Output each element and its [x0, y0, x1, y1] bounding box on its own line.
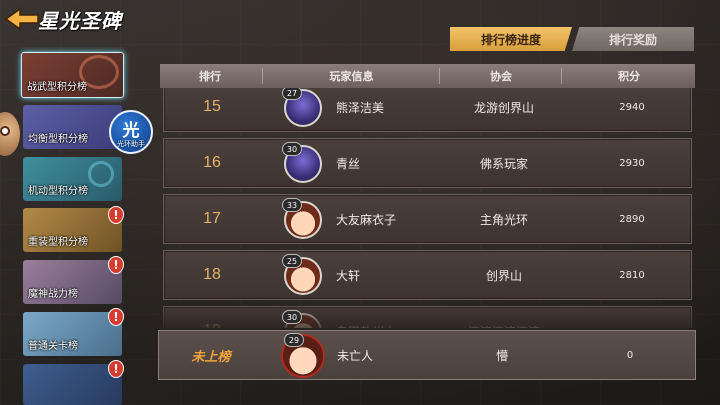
- tab-ranking-rewards[interactable]: 排行奖励: [572, 27, 694, 51]
- my-rank-row: 未上榜 29 未亡人 懵 0: [158, 330, 696, 380]
- category-combat-rank[interactable]: 战武型积分榜: [21, 52, 124, 98]
- title-bar: 星光圣碑: [0, 2, 130, 36]
- player-score: 2810: [619, 269, 645, 281]
- my-player-name: 未亡人: [337, 348, 374, 363]
- category-sidebar: 战武型积分榜 均衡型积分榜 机动型积分榜 重装型积分榜 魔神战力榜 普通关卡榜 …: [0, 48, 140, 405]
- category-label: 重装型积分榜: [28, 237, 88, 248]
- my-score: 0: [626, 349, 634, 361]
- table-row[interactable]: 17 33 大友麻衣子 主角光环 2890: [163, 194, 692, 244]
- guild-name: 滚滚滚滚滚滚: [444, 307, 564, 329]
- player-name: 青丝: [336, 156, 361, 171]
- header-divider: [561, 68, 562, 84]
- category-balanced-rank[interactable]: 均衡型积分榜: [23, 105, 122, 149]
- category-more[interactable]: [23, 364, 122, 405]
- category-label: 机动型积分榜: [28, 186, 88, 197]
- table-row[interactable]: 19 30 乌田敦州大 滚滚滚滚滚滚: [163, 306, 692, 328]
- player-name: 乌田敦州大: [336, 307, 396, 329]
- ranking-list[interactable]: 15 27 熊泽洁美 龙游创界山 2940 16 30 青丝 佛系玩家 2930…: [160, 88, 695, 328]
- helper-label: 光环助手: [117, 140, 145, 148]
- table-header: 排行 玩家信息 协会 积分: [160, 64, 695, 88]
- column-header-score: 积分: [618, 70, 640, 83]
- row-rank: 15: [203, 98, 221, 115]
- player-score: 2940: [619, 101, 645, 113]
- category-normal-stage-rank[interactable]: 普通关卡榜: [23, 312, 122, 356]
- player-name: 大友麻衣子: [336, 212, 397, 227]
- guild-name: 佛系玩家: [479, 156, 528, 171]
- level-badge: 29: [284, 333, 304, 347]
- player-name: 大轩: [336, 268, 361, 283]
- category-demon-power-rank[interactable]: 魔神战力榜: [23, 260, 122, 304]
- row-rank: 17: [203, 210, 221, 227]
- category-label: 战武型积分榜: [27, 82, 87, 93]
- category-label: 均衡型积分榜: [28, 134, 88, 145]
- table-row[interactable]: 15 27 熊泽洁美 龙游创界山 2940: [163, 88, 692, 132]
- column-header-player: 玩家信息: [329, 70, 374, 83]
- tab-ranking-progress[interactable]: 排行榜进度: [450, 27, 572, 51]
- header-divider: [439, 68, 440, 84]
- guild-name: 主角光环: [479, 212, 528, 227]
- level-badge: 30: [282, 310, 302, 324]
- row-rank: 16: [203, 154, 221, 171]
- halo-helper-button[interactable]: 光 光环助手: [109, 110, 153, 154]
- helper-glyph: 光: [122, 121, 140, 141]
- back-arrow-icon[interactable]: [4, 6, 40, 32]
- level-badge: 25: [282, 254, 302, 268]
- table-row[interactable]: 16 30 青丝 佛系玩家 2930: [163, 138, 692, 188]
- category-mobile-rank[interactable]: 机动型积分榜: [23, 157, 122, 201]
- level-badge: 30: [282, 142, 302, 156]
- category-label: 普通关卡榜: [28, 341, 78, 352]
- player-score: 2930: [619, 157, 645, 169]
- guild-name: 创界山: [485, 268, 522, 283]
- guild-name: 龙游创界山: [473, 100, 534, 115]
- page-title: 星光圣碑: [38, 8, 122, 33]
- column-header-rank: 排行: [199, 70, 221, 83]
- category-label: 魔神战力榜: [28, 289, 78, 300]
- my-rank-status: 未上榜: [191, 349, 231, 365]
- player-score: 2890: [619, 213, 645, 225]
- level-badge: 33: [282, 198, 302, 212]
- level-badge: 27: [282, 88, 302, 100]
- row-rank: 18: [203, 266, 221, 283]
- row-rank: 19: [164, 307, 260, 328]
- my-guild-name: 懵: [495, 348, 508, 363]
- column-header-guild: 协会: [490, 70, 512, 83]
- table-row[interactable]: 18 25 大轩 创界山 2810: [163, 250, 692, 300]
- player-score: [582, 307, 682, 328]
- mascot-eye: [0, 126, 10, 136]
- player-name: 熊泽洁美: [336, 100, 385, 115]
- category-emblem-icon: [88, 161, 114, 187]
- header-divider: [262, 68, 263, 84]
